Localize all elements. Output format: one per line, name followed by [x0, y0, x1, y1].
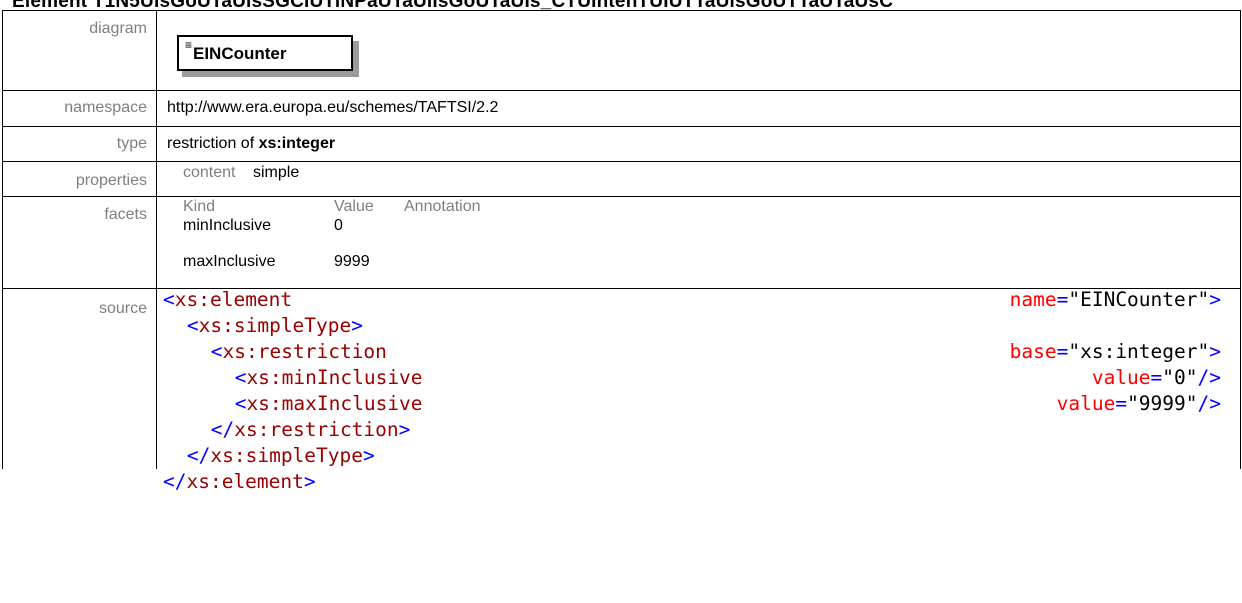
tag-name: xs:restriction	[234, 418, 399, 441]
property-key: content	[183, 164, 236, 181]
type-line: restriction of xs:integer	[167, 135, 335, 153]
facet-header-value: Value	[334, 198, 374, 215]
tag-open-bracket: <	[234, 392, 247, 415]
properties-cell: content simple	[156, 161, 1241, 197]
tag-close-bracket: >	[1209, 288, 1221, 311]
attr-name: name	[1009, 288, 1057, 311]
schema-doc-table: diagram ≡ EINCounter namespace http://ww…	[2, 10, 1241, 493]
element-name: EINCounter	[193, 44, 287, 63]
attr-equals: =	[1056, 340, 1069, 363]
tag-name: xs:element	[174, 288, 293, 311]
row-type: type restriction of xs:integer	[2, 126, 1241, 162]
diagram: ≡ EINCounter	[167, 11, 1240, 90]
attr-value: "0"	[1162, 366, 1198, 389]
facet-header-annotation: Annotation	[404, 198, 481, 215]
tag-name: xs:restriction	[222, 340, 387, 363]
row-diagram: diagram ≡ EINCounter	[2, 10, 1241, 91]
tag-name: xs:minInclusive	[246, 366, 423, 389]
attr-value: "EINCounter"	[1068, 288, 1210, 311]
property-value: simple	[253, 164, 300, 181]
tag-close-bracket: />	[1197, 392, 1221, 415]
cut-off-header-text: Element T1N5UIsGoUTaUisSGCIUTiNPaUTaUIIs…	[12, 0, 893, 10]
attr-equals: =	[1150, 366, 1163, 389]
type-base: xs:integer	[258, 135, 336, 152]
source-line: </xs:element>	[163, 469, 316, 495]
tag-name: xs:simpleType	[210, 444, 363, 467]
facets-cell: Kind Value Annotation minInclusive 0 max…	[156, 196, 1241, 289]
attr-equals: =	[1115, 392, 1128, 415]
row-facets: facets Kind Value Annotation minInclusiv…	[2, 196, 1241, 289]
tag-name: xs:simpleType	[198, 314, 352, 337]
source-line: <xs:minInclusive	[235, 365, 423, 391]
source-attribute: value="0"/>	[1092, 365, 1221, 391]
attr-value: "xs:integer"	[1068, 340, 1210, 363]
tag-open-bracket: <	[163, 288, 175, 311]
row-source: source <xs:element name="EINCounter"> <xs:…	[2, 287, 1241, 493]
element-box[interactable]: ≡ EINCounter	[177, 35, 353, 71]
type-value: restriction of xs:integer	[156, 126, 1241, 162]
element-lines-icon: ≡	[185, 38, 193, 52]
facet-value-min: 0	[334, 217, 343, 234]
attr-name: value	[1091, 366, 1151, 389]
diagram-cell: ≡ EINCounter	[156, 10, 1241, 91]
property-content: content simple	[167, 164, 1240, 182]
facet-value-max: 9999	[334, 253, 370, 270]
source-attribute: value="9999"/>	[1057, 391, 1221, 417]
source-line: </xs:simpleType>	[187, 443, 375, 469]
tag-close-bracket: >	[303, 470, 316, 493]
tag-open-bracket: <	[234, 366, 247, 389]
cut-off-header: Element T1N5UIsGoUTaUisSGCIUTiNPaUTaUIIs…	[0, 0, 1242, 10]
tag-open-bracket: <	[186, 314, 199, 337]
tag-close-bracket: />	[1197, 366, 1221, 389]
source-attribute: base="xs:integer">	[1010, 339, 1221, 365]
tag-open-bracket: </	[210, 418, 235, 441]
facet-kind-min: minInclusive	[183, 217, 272, 234]
facets-table: Kind Value Annotation minInclusive 0 max…	[167, 197, 1240, 287]
row-label-facets: facets	[2, 196, 157, 289]
namespace-value: http://www.era.europa.eu/schemes/TAFTSI/…	[156, 90, 1241, 127]
tag-close-bracket: >	[351, 314, 364, 337]
source-line: <xs:element	[163, 287, 292, 313]
row-label-source: source	[2, 288, 157, 469]
source-attribute: name="EINCounter">	[1010, 287, 1221, 313]
tag-open-bracket: </	[163, 470, 187, 493]
attr-name: value	[1056, 392, 1116, 415]
row-label-properties: properties	[2, 161, 157, 197]
attr-equals: =	[1056, 288, 1069, 311]
tag-open-bracket: </	[186, 444, 211, 467]
source-code: <xs:element name="EINCounter"> <xs:simpleT…	[163, 287, 1240, 493]
tag-name: xs:maxInclusive	[246, 392, 423, 415]
row-label-type: type	[2, 126, 157, 162]
source-line: <xs:restriction	[211, 339, 387, 365]
source-line: <xs:maxInclusive	[235, 391, 423, 417]
tag-open-bracket: <	[210, 340, 223, 363]
tag-close-bracket: >	[1209, 340, 1221, 363]
source-cell: <xs:element name="EINCounter"> <xs:simpleT…	[156, 287, 1241, 493]
facet-header-kind: Kind	[183, 198, 216, 215]
row-properties: properties content simple	[2, 161, 1241, 197]
source-line: <xs:simpleType>	[187, 313, 363, 339]
row-label-namespace: namespace	[2, 90, 157, 127]
attr-value: "9999"	[1127, 392, 1198, 415]
tag-close-bracket: >	[398, 418, 411, 441]
tag-close-bracket: >	[363, 444, 375, 467]
facet-kind-max: maxInclusive	[183, 253, 276, 270]
type-prefix: restriction of	[167, 135, 259, 152]
tag-name: xs:element	[186, 470, 304, 493]
row-namespace: namespace http://www.era.europa.eu/schem…	[2, 90, 1241, 127]
attr-name: base	[1009, 340, 1057, 363]
source-line: </xs:restriction>	[211, 417, 411, 443]
row-label-diagram: diagram	[2, 10, 157, 91]
